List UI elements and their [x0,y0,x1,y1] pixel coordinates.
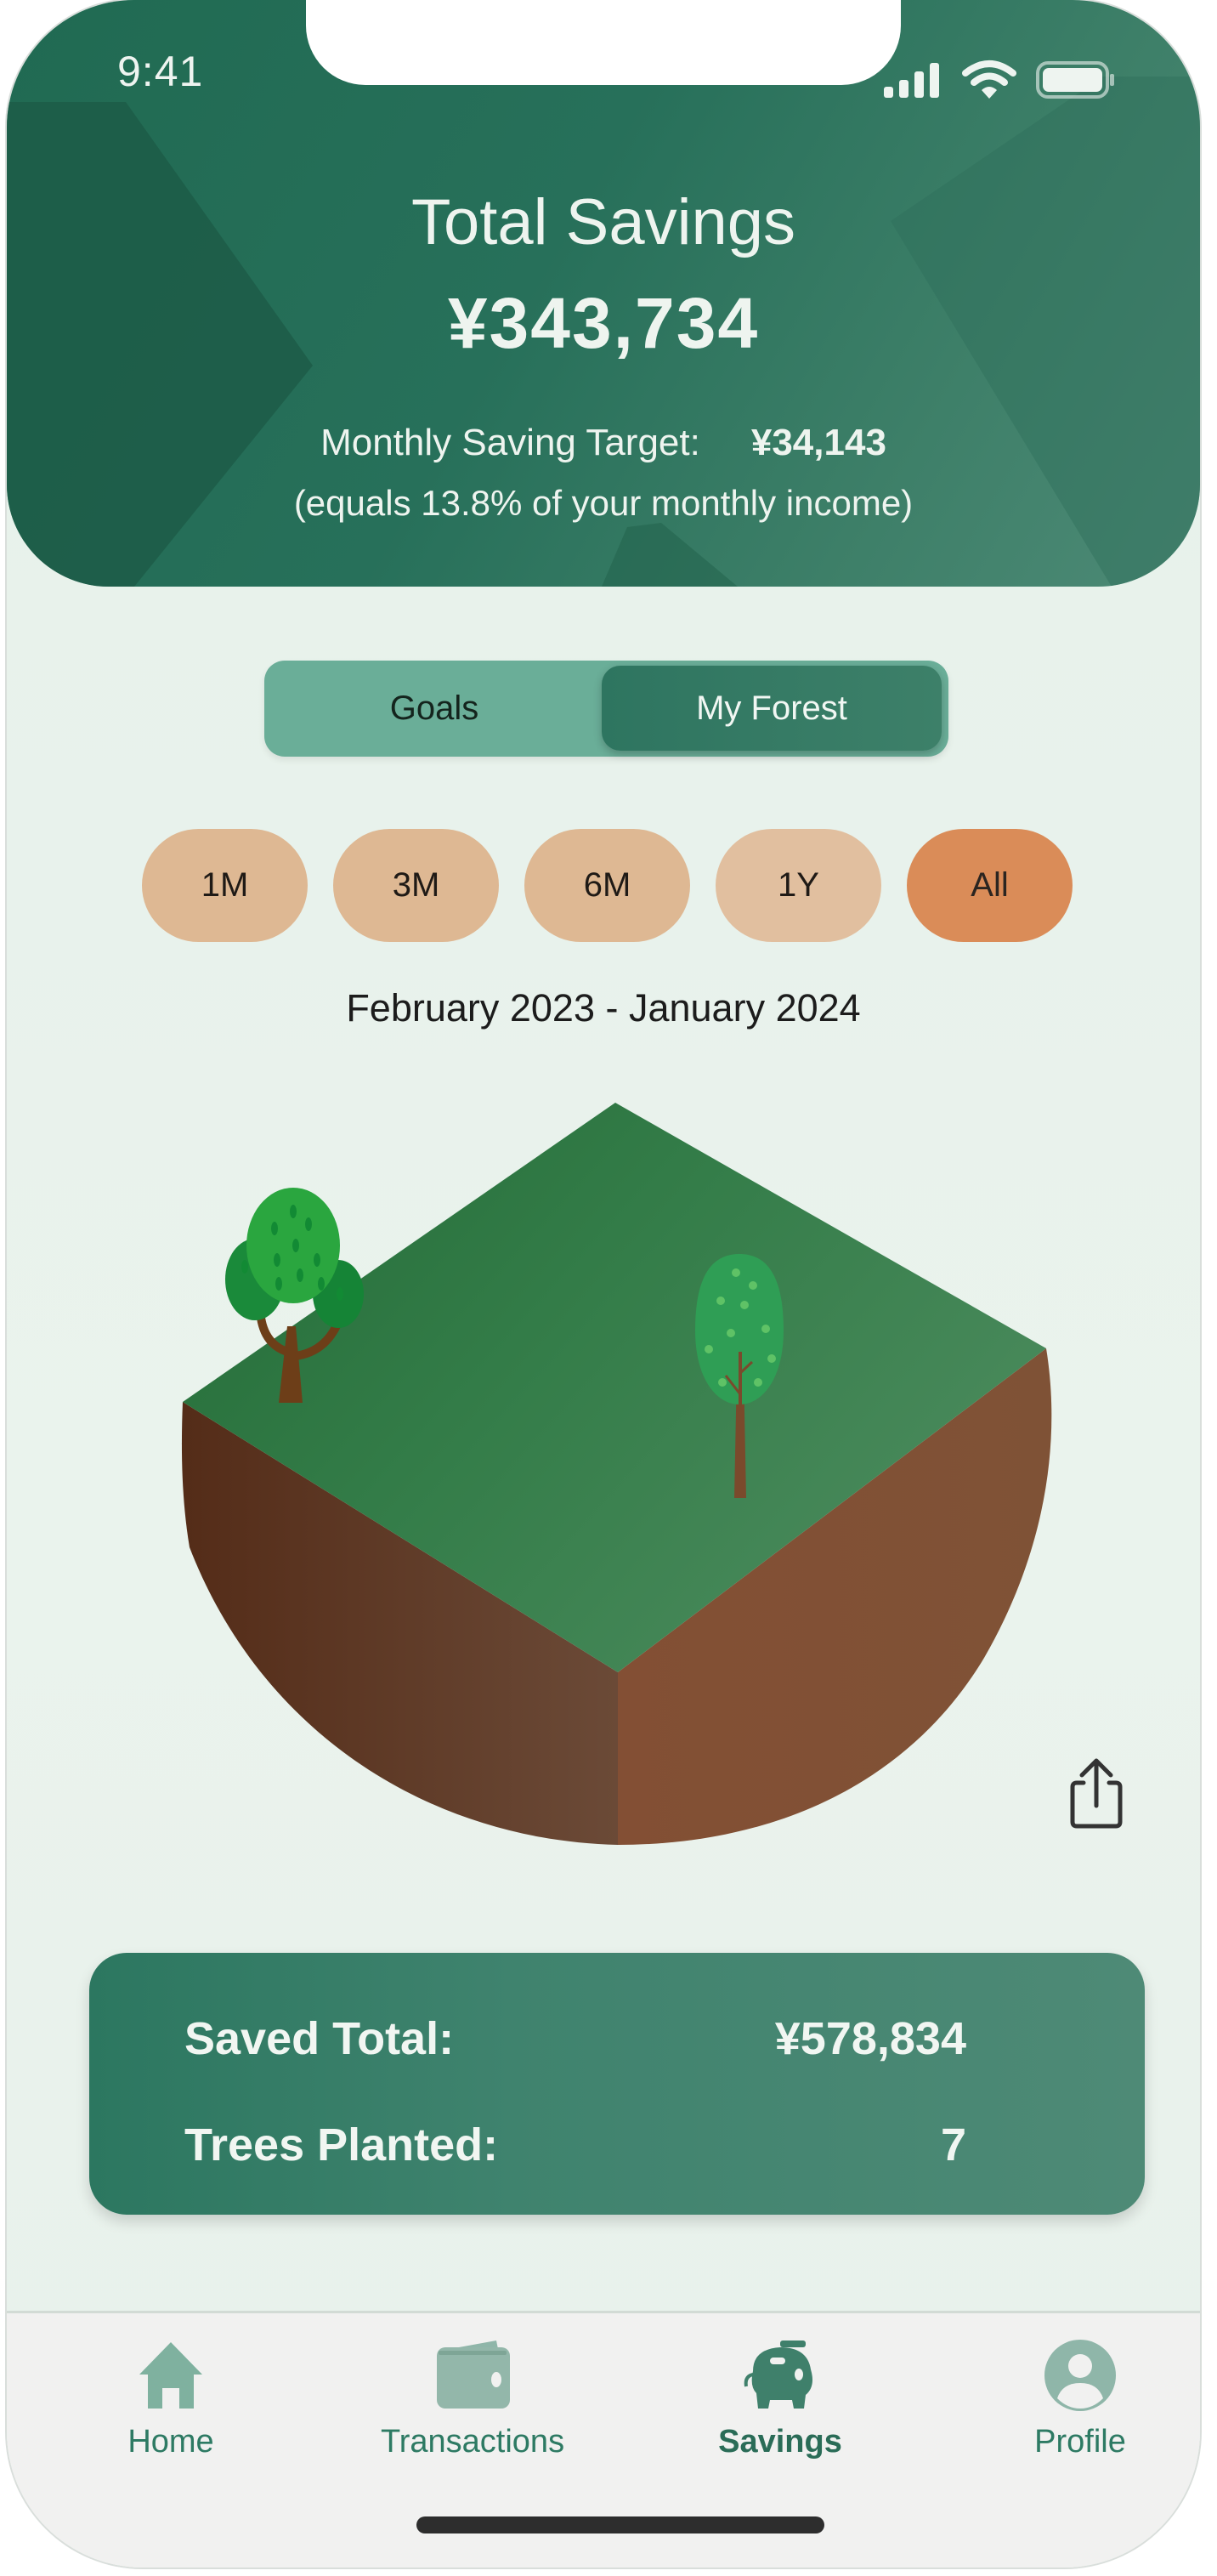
home-indicator[interactable] [416,2516,824,2533]
date-range-label: February 2023 - January 2024 [346,986,861,1030]
trees-planted-value: 7 [940,2119,966,2170]
status-icons [882,56,1117,104]
filter-6m-button[interactable]: 6M [524,829,690,942]
tab-savings-label: Savings [718,2424,842,2460]
income-note: (equals 13.8% of your monthly income) [293,483,914,523]
share-button[interactable] [1054,1751,1139,1836]
tab-profile[interactable]: Profile [970,2337,1191,2460]
tab-home[interactable]: Home [60,2337,281,2460]
tab-home-label: Home [127,2424,214,2460]
trees-planted-label: Trees Planted: [184,2119,499,2170]
tab-my-forest[interactable]: My Forest [602,666,942,751]
saved-total-value: ¥578,834 [774,2013,966,2064]
status-time: 9:41 [117,48,204,95]
monthly-target-label: Monthly Saving Target: [320,422,700,463]
phone-screen: 9:41 Total Savings ¥343,734 Monthly Savi… [7,0,1200,2567]
forest-summary-card: Saved Total: ¥578,834 Trees Planted: 7 [89,1953,1145,2215]
wallet-icon [437,2341,510,2409]
total-savings-amount: ¥343,734 [447,283,760,363]
monthly-target-row: Monthly Saving Target: ¥34,143 [7,422,1200,464]
tab-transactions[interactable]: Transactions [362,2337,583,2460]
filter-3m-button[interactable]: 3M [333,829,499,942]
piggy-bank-icon [744,2341,812,2409]
tab-transactions-label: Transactions [380,2424,565,2460]
saved-total-label: Saved Total: [184,2013,455,2064]
camera-notch [306,0,901,85]
filter-1m-button[interactable]: 1M [142,829,308,942]
forest-island-illustration [181,1103,1052,1845]
tab-goals[interactable]: Goals [264,666,604,751]
trees-planted-row: Trees Planted: 7 [184,2119,966,2171]
filter-1y-button[interactable]: 1Y [716,829,881,942]
profile-icon [1044,2340,1116,2411]
wifi-icon [962,60,1016,99]
share-icon [1070,1758,1123,1829]
savings-header: 9:41 Total Savings ¥343,734 Monthly Savi… [7,0,1200,587]
view-toggle: Goals My Forest [264,661,948,757]
battery-icon [1036,61,1114,99]
filter-all-button[interactable]: All [907,829,1073,942]
tab-savings[interactable]: Savings [670,2337,891,2460]
tab-profile-label: Profile [1034,2424,1126,2460]
cellular-signal-icon [884,63,939,98]
range-filter-group: 1M 3M 6M 1Y All [142,829,1073,942]
total-savings-title: Total Savings [410,186,796,258]
monthly-target-value: ¥34,143 [750,422,886,463]
saved-total-row: Saved Total: ¥578,834 [184,2012,966,2065]
home-icon [139,2342,202,2409]
